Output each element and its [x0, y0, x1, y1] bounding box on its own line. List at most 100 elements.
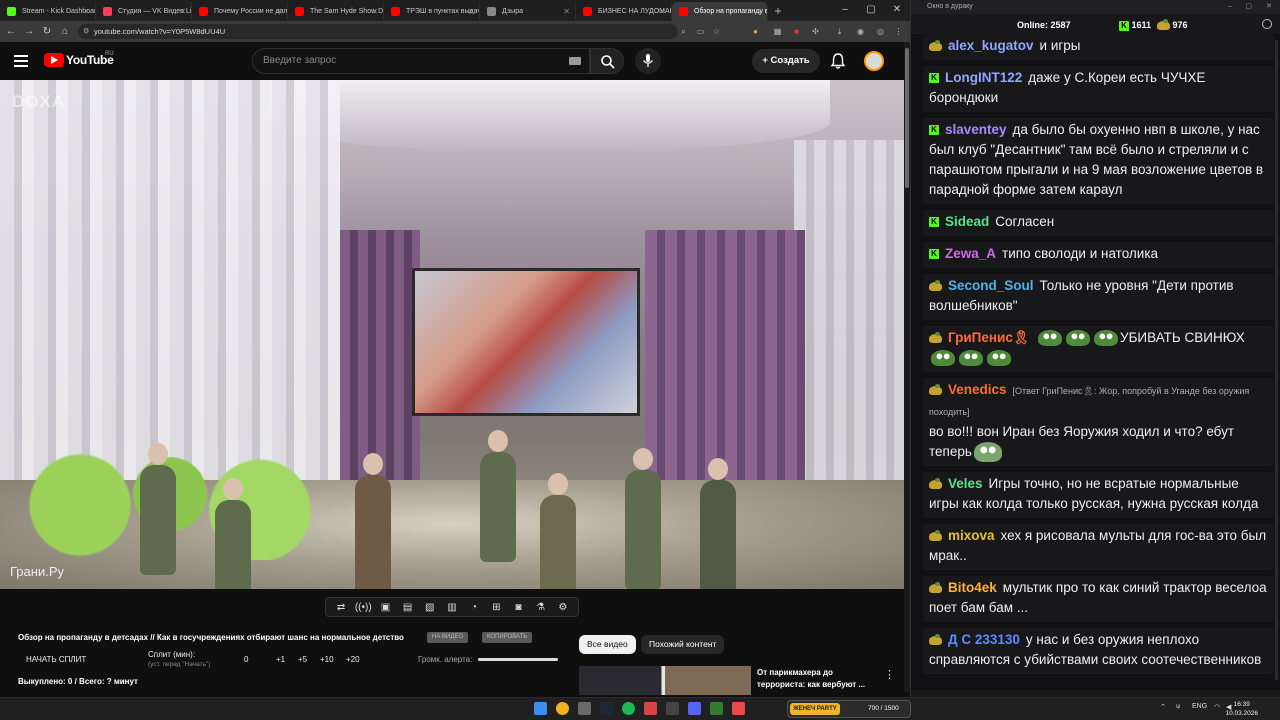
- tab-close-icon[interactable]: ✕: [467, 2, 474, 21]
- filter-all-videos[interactable]: Все видео: [579, 635, 636, 654]
- voice-search-button[interactable]: [635, 48, 661, 74]
- app-dark-icon[interactable]: [666, 702, 679, 715]
- step-button-5[interactable]: +5: [298, 655, 307, 664]
- chat-minimize-icon[interactable]: –: [1228, 0, 1232, 14]
- avatar[interactable]: [864, 51, 884, 71]
- tab-close-icon[interactable]: ✕: [179, 2, 186, 21]
- start-windows-icon[interactable]: [534, 702, 547, 715]
- tab-close-icon[interactable]: ✕: [371, 2, 378, 21]
- language-indicator[interactable]: ENG: [1192, 703, 1207, 710]
- maximize-icon[interactable]: ▢: [858, 0, 884, 20]
- profile-icon[interactable]: ◉: [853, 24, 868, 39]
- search-input[interactable]: Введите запрос: [252, 48, 590, 74]
- loop-icon[interactable]: ⇄: [332, 602, 350, 613]
- recommended-thumbnail[interactable]: [579, 666, 751, 695]
- on-video-button[interactable]: НА ВИДЕО: [427, 632, 469, 643]
- close-icon[interactable]: ✕: [884, 0, 910, 20]
- extension-grid-icon[interactable]: ▦: [770, 24, 785, 39]
- site-info-icon[interactable]: ⚙: [83, 24, 89, 39]
- chat-username[interactable]: ГриПенис🎗: [948, 330, 1030, 345]
- home-icon[interactable]: ⌂: [56, 26, 74, 37]
- video-player[interactable]: DOXA Грани.Ру: [0, 80, 904, 589]
- wifi-icon[interactable]: ◠: [1214, 703, 1220, 711]
- chat-username[interactable]: mixova: [948, 528, 995, 543]
- notifications-bell-icon[interactable]: [829, 52, 847, 70]
- chrome-icon[interactable]: [556, 702, 569, 715]
- bookmark-star-icon[interactable]: ☆: [709, 24, 724, 39]
- chat-username[interactable]: Д С 233130: [948, 632, 1020, 647]
- menu-icon[interactable]: [14, 55, 28, 67]
- cast-icon[interactable]: ▭: [693, 24, 708, 39]
- start-split-button[interactable]: НАЧАТЬ СПЛИТ: [26, 655, 86, 664]
- clock[interactable]: 16:39 10.03.2026: [1225, 700, 1258, 718]
- url-field[interactable]: ⚙ youtube.com/watch?v=Y0P5W8dUU4U: [78, 24, 678, 39]
- alert-volume-slider[interactable]: [478, 658, 558, 661]
- filter-similar[interactable]: Похожий контент: [641, 635, 725, 654]
- chat-message-list[interactable]: alex_kugatov и игры K LongINT122 даже у С.Ко…: [911, 34, 1280, 690]
- chat-username[interactable]: Veles: [948, 476, 983, 491]
- more-options-icon[interactable]: ⋮: [884, 668, 895, 681]
- chat-username[interactable]: Bito4ek: [948, 580, 997, 595]
- create-button[interactable]: + Создать: [752, 49, 820, 73]
- step-button-1[interactable]: +1: [276, 655, 285, 664]
- step-button-20[interactable]: +20: [346, 655, 360, 664]
- zoom-icon[interactable]: ⌕: [676, 24, 691, 39]
- keyboard-icon[interactable]: [569, 57, 581, 65]
- chat-username[interactable]: Zewa_A: [945, 246, 996, 261]
- app-active-icon[interactable]: [732, 702, 745, 715]
- spotify-icon[interactable]: [622, 702, 635, 715]
- chat-maximize-icon[interactable]: ▢: [1245, 0, 1252, 14]
- browser-tab[interactable]: The Sam Hyde Show D… ✕: [288, 2, 384, 21]
- tab-close-icon[interactable]: ✕: [83, 2, 90, 21]
- browser-menu-icon[interactable]: ⋮: [891, 24, 906, 39]
- tab-close-icon[interactable]: ✕: [275, 2, 282, 21]
- steam-icon[interactable]: [600, 702, 613, 715]
- history-clock-icon[interactable]: [1262, 19, 1272, 29]
- flask-icon[interactable]: ⚗: [532, 602, 550, 613]
- browser-tab[interactable]: ТРЭШ в пунктах выдачи…✕: [384, 2, 480, 21]
- extension-red-icon[interactable]: ■: [789, 24, 804, 39]
- camera-icon[interactable]: ◙: [509, 602, 527, 613]
- tray-chevron-icon[interactable]: ⌃: [1160, 703, 1166, 711]
- new-tab-button[interactable]: +: [768, 2, 788, 21]
- browser-tab[interactable]: Почему России не дали…✕: [192, 2, 288, 21]
- screen-icon[interactable]: ▧: [421, 602, 439, 613]
- app-green-icon[interactable]: [710, 702, 723, 715]
- split-value[interactable]: 0: [244, 655, 248, 664]
- captions-icon[interactable]: ▥: [443, 602, 461, 613]
- app-red-icon[interactable]: [644, 702, 657, 715]
- chat-username[interactable]: LongINT122: [945, 70, 1022, 85]
- chat-username[interactable]: Venedics: [948, 382, 1007, 397]
- tab-close-icon[interactable]: ✕: [563, 2, 570, 21]
- copy-button[interactable]: КОПИРОВАТЬ: [482, 632, 533, 643]
- tab-close-icon[interactable]: ✕: [755, 2, 762, 21]
- download-icon[interactable]: ⤓: [832, 24, 847, 39]
- browser-tab[interactable]: БИЗНЕС НА ЛУДОМАНИИ…✕: [576, 2, 672, 21]
- discord-icon[interactable]: [688, 702, 701, 715]
- chat-scrollbar[interactable]: [1275, 40, 1278, 680]
- forward-icon[interactable]: →: [20, 26, 38, 37]
- minimize-icon[interactable]: –: [832, 0, 858, 20]
- chat-username[interactable]: slaventey: [945, 122, 1007, 137]
- youtube-logo-icon[interactable]: [44, 53, 64, 67]
- tab-close-icon[interactable]: ✕: [659, 2, 666, 21]
- chat-close-icon[interactable]: ✕: [1266, 0, 1272, 14]
- recommended-title[interactable]: От парикмахера до террориста: как вербую…: [757, 667, 877, 691]
- browser-tab[interactable]: Обзор на пропаганду в… ✕: [672, 2, 768, 21]
- chat-username[interactable]: Sidead: [945, 214, 989, 229]
- settings-app-icon[interactable]: [578, 702, 591, 715]
- account-icon[interactable]: ◎: [873, 24, 888, 39]
- search-button[interactable]: [590, 48, 624, 74]
- browser-tab[interactable]: Студия — VK Видео Live ✕: [96, 2, 192, 21]
- audio-wave-icon[interactable]: ((•)): [354, 602, 372, 613]
- microphone-tray-icon[interactable]: ⍦: [1176, 703, 1180, 711]
- reload-icon[interactable]: ↻: [38, 26, 56, 37]
- add-frame-icon[interactable]: ⊞: [487, 602, 505, 613]
- step-button-10[interactable]: +10: [320, 655, 334, 664]
- back-icon[interactable]: ←: [2, 26, 20, 37]
- chat-username[interactable]: alex_kugatov: [948, 38, 1034, 53]
- browser-tab[interactable]: Дзыра ✕: [480, 2, 576, 21]
- settings-gear-icon[interactable]: ⚙: [554, 602, 572, 613]
- speed-gauge-icon[interactable]: ◔: [465, 602, 483, 613]
- browser-tab[interactable]: Stream - Kick Dashboard ✕: [0, 2, 96, 21]
